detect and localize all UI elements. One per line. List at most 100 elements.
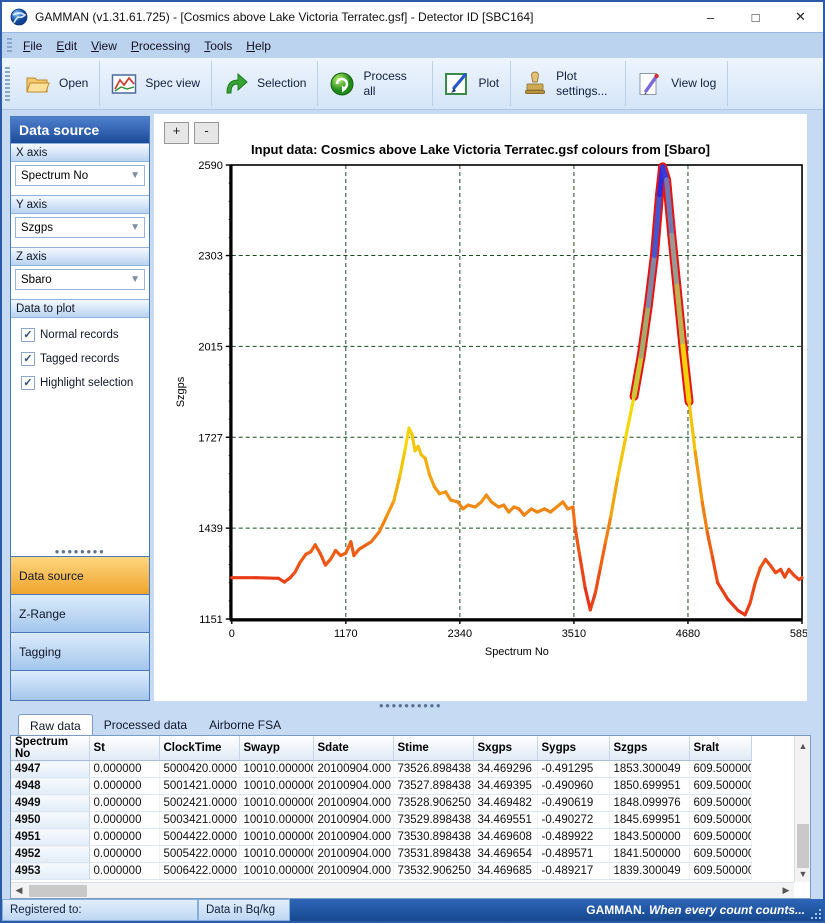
sidebar-item-tagging[interactable]: Tagging	[11, 632, 149, 670]
toolbar-label: Spec view	[145, 76, 200, 90]
toolbar-plot-button[interactable]: Plot	[433, 61, 511, 106]
checkbox-tagged-records[interactable]: ✓Tagged records	[11, 347, 149, 371]
table-cell: 5004422.0000	[159, 829, 239, 846]
checkbox-normal-records[interactable]: ✓Normal records	[11, 323, 149, 347]
table-cell: 73531.898438	[393, 846, 473, 863]
column-header-st[interactable]: St	[89, 736, 159, 761]
horizontal-scroll-thumb[interactable]	[29, 885, 87, 897]
y-axis-select[interactable]: Szgps ▼	[15, 217, 145, 238]
plot-settings-icon	[522, 71, 548, 97]
column-header-szgps[interactable]: Szgps	[609, 736, 689, 761]
column-header-sygps[interactable]: Sygps	[537, 736, 609, 761]
row-label-cell: 4949	[11, 795, 89, 812]
y-axis-label: Y axis	[11, 195, 149, 214]
table-cell: 0.000000	[89, 863, 159, 880]
menu-view[interactable]: View	[84, 36, 124, 56]
toolbar: Open Spec view Selection Process allPlotPlo…	[2, 58, 823, 110]
maximize-button[interactable]: □	[733, 2, 778, 32]
panel-title: Data source	[11, 117, 149, 143]
checkbox-icon: ✓	[21, 352, 35, 366]
zoom-in-button[interactable]: +	[164, 122, 189, 144]
close-button[interactable]: ✕	[778, 2, 823, 32]
menu-tools[interactable]: Tools	[197, 36, 239, 56]
tab-processed-data[interactable]: Processed data	[93, 714, 198, 735]
menu-edit[interactable]: Edit	[49, 36, 84, 56]
toolbar-view-log-button[interactable]: View log	[626, 61, 728, 106]
toolbar-grip-icon	[7, 38, 12, 54]
scroll-left-icon[interactable]: ◀	[11, 883, 27, 899]
z-axis-select[interactable]: Sbaro ▼	[15, 269, 145, 290]
series-segment	[379, 516, 386, 531]
series-segment	[626, 396, 634, 436]
table-cell: -0.490960	[537, 778, 609, 795]
series-segment	[387, 501, 394, 516]
tab-airborne-fsa[interactable]: Airborne FSA	[198, 714, 292, 735]
series-segment	[750, 583, 755, 603]
scroll-right-icon[interactable]: ▶	[778, 883, 794, 899]
table-row[interactable]: 49530.0000005006422.000010010.0000002010…	[11, 863, 751, 880]
horizontal-splitter[interactable]: ●●●●●●●●●●	[10, 701, 811, 710]
table-cell: 73526.898438	[393, 761, 473, 778]
series-segment	[580, 557, 585, 587]
table-cell: 34.469654	[473, 846, 537, 863]
series-segment	[689, 402, 695, 452]
toolbar-label: Selection	[257, 76, 306, 90]
toolbar-open-button[interactable]: Open	[14, 61, 100, 106]
table-row[interactable]: 49490.0000005002421.000010010.0000002010…	[11, 795, 751, 812]
scroll-up-icon[interactable]: ▲	[795, 738, 811, 754]
column-header-clocktime[interactable]: ClockTime	[159, 736, 239, 761]
table-row[interactable]: 49520.0000005005422.000010010.0000002010…	[11, 846, 751, 863]
x-axis-select[interactable]: Spectrum No ▼	[15, 165, 145, 186]
menu-file[interactable]: File	[16, 36, 49, 56]
scroll-down-icon[interactable]: ▼	[795, 866, 811, 882]
z-axis-label: Z axis	[11, 247, 149, 266]
resize-grip-icon[interactable]	[809, 907, 821, 919]
selection-arrow-icon	[223, 71, 249, 97]
vertical-scroll-thumb[interactable]	[797, 824, 809, 868]
sidebar-item-data-source[interactable]: Data source	[11, 556, 149, 594]
table-cell: 1843.500000	[609, 829, 689, 846]
table-cell: 73532.906250	[393, 863, 473, 880]
table-cell: 609.500000	[689, 812, 751, 829]
series-segment	[745, 603, 750, 615]
x-tick-label: 3510	[562, 628, 586, 640]
plot-options: ✓Normal records✓Tagged records✓Highlight…	[11, 318, 149, 547]
table-row[interactable]: 49480.0000005001421.000010010.0000002010…	[11, 778, 751, 795]
tab-raw-data[interactable]: Raw data	[18, 714, 93, 736]
toolbar-process-all-button[interactable]: Process all	[318, 61, 433, 106]
column-header-sralt[interactable]: Sralt	[689, 736, 751, 761]
row-label-cell: 4950	[11, 812, 89, 829]
toolbar-selection-button[interactable]: Selection	[212, 61, 318, 106]
table-row[interactable]: 49470.0000005000420.000010010.0000002010…	[11, 761, 751, 778]
column-header-sdate[interactable]: Sdate	[313, 736, 393, 761]
table-cell: -0.490272	[537, 812, 609, 829]
bottom-panel: ●●●●●●●●●● Raw dataProcessed dataAirborn…	[2, 701, 823, 899]
series-segment	[713, 557, 718, 582]
line-chart[interactable]: 0117023403510468058501151143917272015230…	[154, 157, 807, 661]
vertical-scrollbar[interactable]: ▲ ▼	[794, 736, 810, 882]
column-header-spectrum-no[interactable]: Spectrum No	[11, 736, 89, 761]
column-header-sxgps[interactable]: Sxgps	[473, 736, 537, 761]
table-cell: 34.469608	[473, 829, 537, 846]
table-cell: 10010.000000	[239, 846, 313, 863]
minimize-button[interactable]: –	[688, 2, 733, 32]
toolbar-spec-view-button[interactable]: Spec view	[100, 61, 212, 106]
table-cell: 20100904.000	[313, 761, 393, 778]
zoom-out-button[interactable]: -	[194, 122, 219, 144]
sidebar-item-z-range[interactable]: Z-Range	[11, 594, 149, 632]
menu-help[interactable]: Help	[239, 36, 278, 56]
column-header-stime[interactable]: Stime	[393, 736, 473, 761]
series-segment	[799, 578, 802, 580]
checkbox-highlight-selection[interactable]: ✓Highlight selection	[11, 371, 149, 395]
table-row[interactable]: 49500.0000005003421.000010010.0000002010…	[11, 812, 751, 829]
table-cell: 0.000000	[89, 846, 159, 863]
horizontal-scrollbar[interactable]: ◀ ▶	[11, 882, 794, 898]
sidebar-splitter[interactable]: ●●●●●●●●	[11, 547, 149, 556]
menu-processing[interactable]: Processing	[124, 36, 197, 56]
series-segment	[707, 533, 712, 558]
table-row[interactable]: 49510.0000005004422.000010010.0000002010…	[11, 829, 751, 846]
toolbar-plot-settings-button[interactable]: Plot settings...	[511, 61, 626, 106]
open-folder-icon	[25, 71, 51, 97]
column-header-swayp[interactable]: Swayp	[239, 736, 313, 761]
table-cell: 10010.000000	[239, 761, 313, 778]
